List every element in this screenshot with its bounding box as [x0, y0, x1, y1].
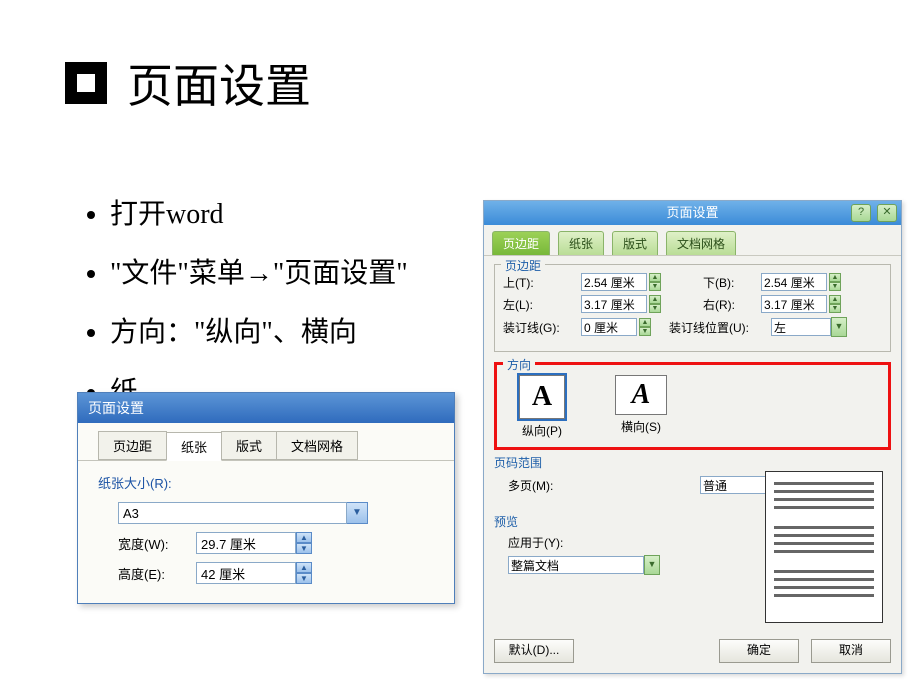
orientation-group: 方向 A 纵向(P) A 横向(S) — [494, 362, 891, 450]
dialog-titlebar[interactable]: 页面设置 — [78, 393, 454, 423]
bullet-list: 打开word "文件"菜单→"页面设置" 方向："纵向"、横向 纸 — [50, 188, 510, 425]
label-gutter-pos: 装订线位置(U): — [669, 319, 765, 336]
input-right[interactable] — [761, 295, 827, 313]
combo-apply[interactable]: ▼ — [508, 555, 660, 575]
margins-group: 页边距 上(T): ▲▼ 下(B): ▲▼ 左(L): ▲▼ — [494, 264, 891, 352]
input-height[interactable] — [196, 562, 296, 584]
landscape-label: 横向(S) — [615, 418, 667, 435]
tab-layout[interactable]: 版式 — [221, 431, 277, 460]
group-legend: 页边距 — [501, 257, 545, 274]
spinner-bottom[interactable]: ▲▼ — [761, 273, 841, 291]
label-height: 高度(E): — [118, 564, 188, 583]
label-multi: 多页(M): — [494, 477, 568, 494]
tab-grid[interactable]: 文档网格 — [276, 431, 358, 460]
tabs: 页边距 纸张 版式 文档网格 — [484, 225, 901, 256]
combo-paper-size[interactable]: ▼ — [118, 502, 368, 524]
input-gutter-pos[interactable] — [771, 318, 831, 336]
dialog-title: 页面设置 — [88, 400, 144, 416]
ok-button[interactable]: 确定 — [719, 639, 799, 663]
label-apply: 应用于(Y): — [508, 534, 563, 551]
tab-layout[interactable]: 版式 — [612, 231, 658, 255]
label-left: 左(L): — [503, 296, 575, 313]
label-right: 右(R): — [703, 296, 755, 313]
bullet-item: 方向："纵向"、横向 — [110, 306, 510, 359]
tab-paper[interactable]: 纸张 — [166, 432, 222, 461]
portrait-label: 纵向(P) — [519, 422, 565, 439]
paper-dialog: 页面设置 页边距 纸张 版式 文档网格 纸张大小(R): ▼ 宽度(W): ▲▼… — [77, 392, 455, 604]
input-left[interactable] — [581, 295, 647, 313]
help-button[interactable]: ? — [851, 204, 871, 222]
group-legend: 页码范围 — [494, 456, 542, 470]
input-paper-size[interactable] — [118, 502, 347, 524]
spinner-height[interactable]: ▲▼ — [196, 562, 312, 584]
tab-paper[interactable]: 纸张 — [558, 231, 604, 255]
slide-title: 页面设置 — [65, 50, 311, 116]
landscape-icon: A — [615, 375, 667, 415]
bullet-item: 打开word — [110, 188, 510, 241]
bullet-item: "文件"菜单→"页面设置" — [110, 247, 510, 300]
spinner-top[interactable]: ▲▼ — [581, 273, 661, 291]
portrait-icon: A — [519, 375, 565, 419]
label-gutter: 装订线(G): — [503, 319, 575, 336]
group-legend: 预览 — [494, 515, 518, 529]
group-legend: 方向 — [503, 356, 535, 373]
page-preview-icon — [765, 471, 883, 623]
chevron-down-icon[interactable]: ▼ — [831, 317, 847, 337]
close-button[interactable]: ✕ — [877, 204, 897, 222]
default-button[interactable]: 默认(D)... — [494, 639, 574, 663]
input-apply[interactable] — [508, 556, 644, 574]
tab-margins[interactable]: 页边距 — [492, 231, 550, 255]
spinner-width[interactable]: ▲▼ — [196, 532, 312, 554]
label-bottom: 下(B): — [703, 274, 755, 291]
label-top: 上(T): — [503, 274, 575, 291]
page-setup-dialog: 页面设置 ? ✕ 页边距 纸张 版式 文档网格 页边距 上(T): ▲▼ 下(B… — [483, 200, 902, 674]
tab-grid[interactable]: 文档网格 — [666, 231, 736, 255]
spinner-right[interactable]: ▲▼ — [761, 295, 841, 313]
input-top[interactable] — [581, 273, 647, 291]
tab-margins[interactable]: 页边距 — [98, 431, 167, 460]
orientation-landscape[interactable]: A 横向(S) — [615, 375, 667, 439]
input-gutter[interactable] — [581, 318, 637, 336]
orientation-portrait[interactable]: A 纵向(P) — [519, 375, 565, 439]
input-width[interactable] — [196, 532, 296, 554]
combo-gutter-pos[interactable]: ▼ — [771, 317, 847, 337]
title-text: 页面设置 — [127, 50, 311, 116]
dialog-titlebar[interactable]: 页面设置 ? ✕ — [484, 201, 901, 225]
label-width: 宽度(W): — [118, 534, 188, 553]
input-bottom[interactable] — [761, 273, 827, 291]
cancel-button[interactable]: 取消 — [811, 639, 891, 663]
bullet-square-icon — [65, 62, 107, 104]
dialog-title: 页面设置 — [666, 205, 718, 220]
chevron-down-icon[interactable]: ▼ — [347, 502, 368, 524]
tabs: 页边距 纸张 版式 文档网格 — [78, 423, 454, 461]
spinner-left[interactable]: ▲▼ — [581, 295, 661, 313]
chevron-down-icon[interactable]: ▼ — [644, 555, 660, 575]
label-paper-size: 纸张大小(R): — [98, 473, 434, 492]
spinner-gutter[interactable]: ▲▼ — [581, 318, 651, 336]
